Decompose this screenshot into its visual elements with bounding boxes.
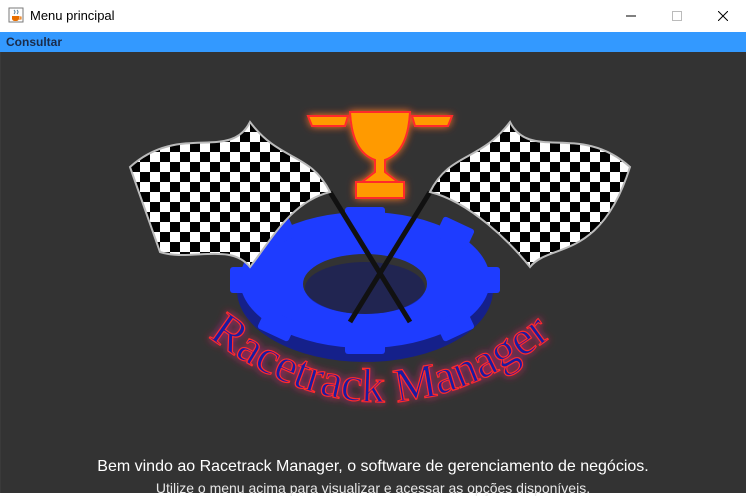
minimize-icon	[626, 15, 636, 17]
minimize-button[interactable]	[608, 0, 654, 32]
close-button[interactable]	[700, 0, 746, 32]
close-icon	[718, 11, 728, 21]
welcome-line-2: Utilize o menu acima para visualizar e a…	[155, 480, 591, 496]
menu-bar: Consultar	[0, 32, 746, 52]
window-title: Menu principal	[30, 8, 115, 23]
welcome-line-1: Bem vindo ao Racetrack Manager, o softwa…	[97, 458, 649, 475]
maximize-button[interactable]	[654, 0, 700, 32]
maximize-icon	[672, 11, 682, 21]
java-cup-icon	[8, 7, 24, 23]
trophy-icon	[306, 111, 454, 199]
title-bar[interactable]: Menu principal	[0, 0, 746, 32]
racetrack-manager-logo: Racetrack Manager	[128, 111, 632, 414]
menu-consultar[interactable]: Consultar	[6, 35, 62, 49]
